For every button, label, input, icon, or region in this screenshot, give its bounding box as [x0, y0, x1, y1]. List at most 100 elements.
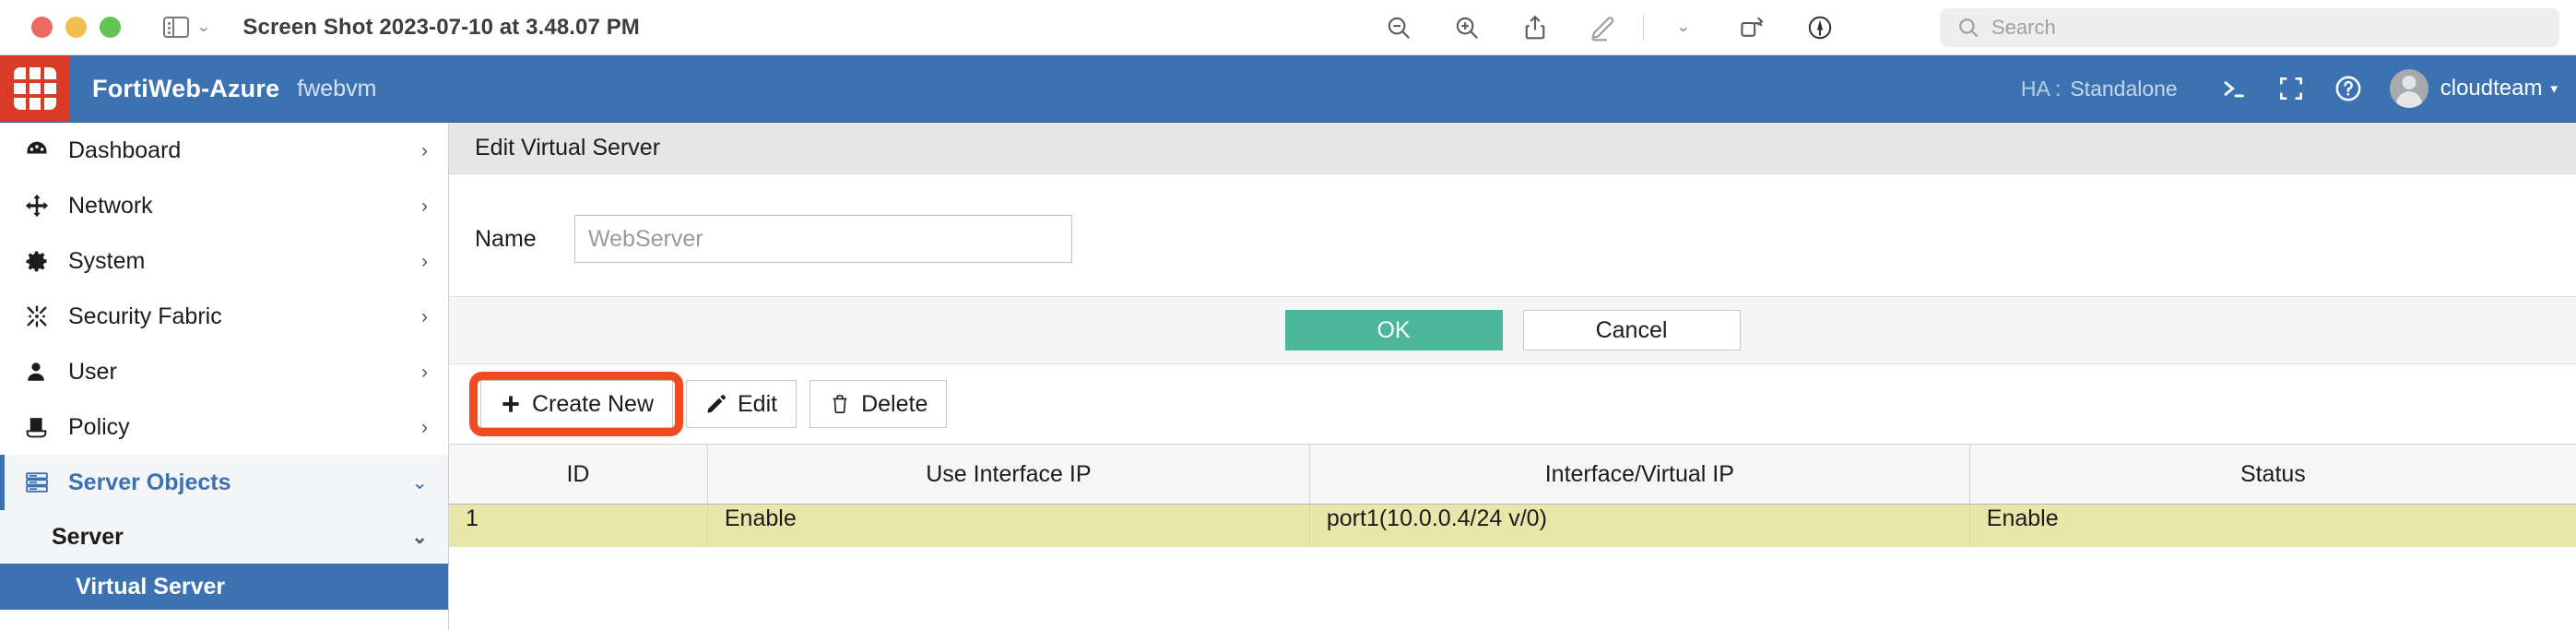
chevron-right-icon: › [421, 195, 428, 217]
rotate-button[interactable] [1718, 0, 1786, 55]
magnifier-plus-icon [1456, 17, 1479, 40]
delete-label: Delete [861, 390, 928, 417]
panel-title: Edit Virtual Server [449, 123, 2576, 174]
pencil-markup-icon [1591, 17, 1614, 42]
network-arrows-icon [24, 193, 61, 219]
sidebar-item-label: Security Fabric [68, 303, 222, 329]
cell-status: Enable [1969, 504, 2576, 547]
chevron-right-icon: › [421, 305, 428, 327]
sidebar-item-policy[interactable]: Policy › [0, 399, 448, 455]
column-header-id[interactable]: ID [449, 444, 708, 505]
sidebar-item-dashboard[interactable]: Dashboard › [0, 123, 448, 178]
app-shell: Dashboard › Network › System › Security … [0, 123, 2576, 630]
name-input[interactable] [574, 215, 1072, 263]
annotate-button[interactable] [1786, 0, 1854, 55]
create-new-label: Create New [532, 390, 654, 417]
magnifier-minus-icon [1388, 17, 1411, 40]
policy-document-icon [24, 415, 61, 440]
sidebar-nav: Dashboard › Network › System › Security … [0, 123, 449, 630]
create-new-button[interactable]: Create New [480, 380, 673, 428]
user-icon [24, 360, 61, 384]
ok-button[interactable]: OK [1284, 310, 1503, 351]
ha-label: HA : [2020, 76, 2062, 101]
annotate-circle-icon [1808, 16, 1832, 40]
sidebar-item-network[interactable]: Network › [0, 178, 448, 233]
zoom-in-button[interactable] [1433, 0, 1501, 55]
chevron-down-icon: ⌄ [411, 526, 428, 548]
plus-icon [502, 396, 519, 412]
fullscreen-button[interactable] [2263, 55, 2320, 122]
column-header-status[interactable]: Status [1969, 444, 2576, 505]
sidebar-item-label: User [68, 358, 117, 385]
chevron-right-icon: › [421, 139, 428, 161]
sidebar-item-user[interactable]: User › [0, 344, 448, 399]
form-button-bar: OK Cancel [449, 296, 2576, 364]
edit-button[interactable]: Edit [686, 380, 798, 428]
search-placeholder: Search [1991, 16, 2056, 39]
chevron-right-icon: › [421, 361, 428, 383]
sidebar-item-label: System [68, 247, 146, 274]
toolbar-divider [1643, 15, 1644, 41]
cell-id: 1 [449, 504, 708, 547]
chevron-down-icon: ⌄ [411, 471, 428, 493]
chevron-down-icon[interactable]: ▾ [2550, 80, 2558, 97]
chevron-down-icon: ⌄ [1675, 19, 1692, 35]
search-field[interactable]: Search [1940, 8, 2559, 47]
delete-button[interactable]: Delete [809, 380, 948, 428]
help-button[interactable] [2320, 55, 2377, 122]
sidebar-toggle-button[interactable]: ⌄ [163, 16, 211, 39]
sidebar-item-system[interactable]: System › [0, 233, 448, 289]
sidebar-item-virtual-server[interactable]: Virtual Server [0, 564, 448, 610]
fortinet-logo-grid [14, 67, 56, 110]
sidebar-item-security-fabric[interactable]: Security Fabric › [0, 289, 448, 344]
edit-form: Name [449, 174, 2576, 296]
column-header-use-interface-ip[interactable]: Use Interface IP [707, 444, 1310, 505]
markup-dropdown-button[interactable]: ⌄ [1649, 0, 1718, 55]
sidebar-item-server-objects[interactable]: Server Objects ⌄ [0, 455, 448, 510]
sidebar-item-label: Policy [68, 413, 130, 440]
cli-console-button[interactable] [2205, 55, 2263, 122]
sidebar-group-server[interactable]: Server ⌄ [0, 510, 448, 564]
app-header: FortiWeb-Azure fwebvm HA : Standalone cl… [0, 55, 2576, 123]
rotate-left-icon [1741, 17, 1764, 37]
markup-button[interactable] [1569, 0, 1637, 55]
minimize-window-button[interactable] [65, 17, 87, 38]
fortinet-logo[interactable] [0, 55, 70, 122]
cell-interface-virtual-ip: port1(10.0.0.4/24 v/0) [1309, 504, 1970, 547]
help-question-icon [2335, 76, 2361, 101]
share-button[interactable] [1501, 0, 1569, 55]
sidebar-group-label: Server [52, 523, 124, 550]
sidebar-leaf-label: Virtual Server [76, 573, 226, 600]
chevron-right-icon: › [421, 250, 428, 272]
security-fabric-icon [24, 303, 61, 329]
server-rack-icon [24, 470, 61, 495]
ha-status: Standalone [2070, 76, 2178, 101]
preview-toolbar: ⌄ [1365, 0, 1854, 55]
edit-label: Edit [738, 390, 778, 417]
share-upload-icon [1525, 15, 1545, 40]
sidebar-item-label: Network [68, 192, 153, 219]
cli-console-icon [2223, 80, 2244, 98]
gear-icon [24, 248, 61, 274]
sidebar-panel-icon [163, 16, 189, 39]
table-header-row: ID Use Interface IP Interface/Virtual IP… [449, 444, 2576, 505]
close-window-button[interactable] [31, 17, 53, 38]
product-name: FortiWeb-Azure [92, 74, 280, 102]
window-title: Screen Shot 2023-07-10 at 3.48.07 PM [242, 14, 640, 40]
chevron-right-icon: › [421, 416, 428, 438]
chevron-down-icon[interactable]: ⌄ [195, 19, 211, 35]
app-header-right: HA : Standalone cloudteam ▾ [2021, 55, 2561, 122]
trash-icon [833, 395, 847, 414]
search-icon [1959, 18, 1979, 38]
fullscreen-icon [2279, 77, 2302, 100]
user-menu-label[interactable]: cloudteam [2440, 76, 2543, 101]
zoom-window-button[interactable] [100, 17, 121, 38]
pencil-icon [707, 395, 726, 413]
dashboard-gauge-icon [24, 137, 61, 163]
sidebar-item-label: Dashboard [68, 137, 182, 163]
column-header-interface-virtual-ip[interactable]: Interface/Virtual IP [1309, 444, 1970, 505]
main-content: Edit Virtual Server Name OK Cancel Creat… [449, 123, 2576, 630]
cancel-button[interactable]: Cancel [1522, 310, 1741, 351]
zoom-out-button[interactable] [1365, 0, 1433, 55]
table-row[interactable]: 1 Enable port1(10.0.0.4/24 v/0) Enable [449, 504, 2576, 547]
